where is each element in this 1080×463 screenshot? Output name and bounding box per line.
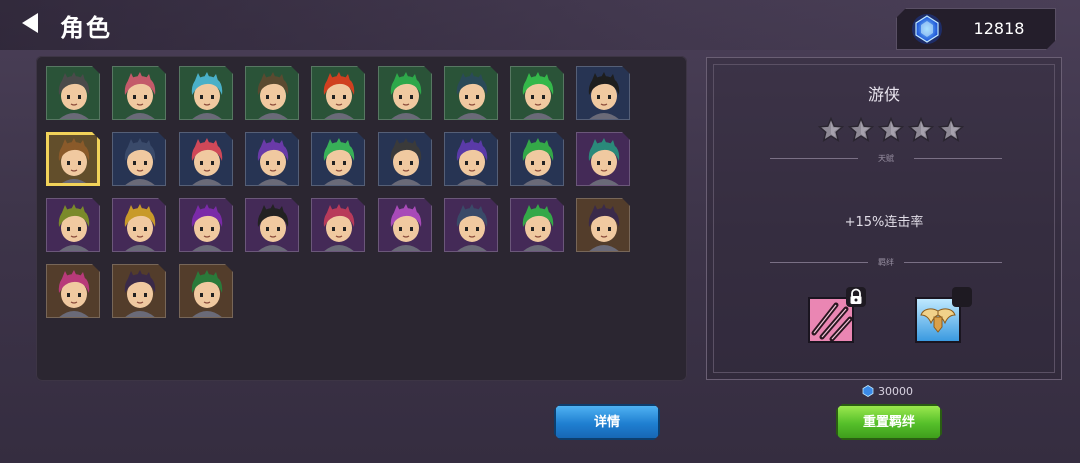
hero-portrait-icon [180,199,233,252]
hero-portrait-icon [113,265,166,318]
hero-slot[interactable] [112,66,166,120]
hero-portrait-icon [47,265,100,318]
star-icon [848,117,874,143]
back-arrow-icon [22,13,38,33]
reset-cost: 30000 [862,385,913,398]
hero-portrait-icon [511,133,564,186]
hero-portrait-icon [113,199,166,252]
hero-portrait-icon [312,67,365,120]
hero-portrait-icon [577,133,630,186]
star-icon [938,117,964,143]
hero-portrait-icon [577,67,630,120]
hero-slot[interactable] [576,132,630,186]
star-icon [878,117,904,143]
hero-slot[interactable] [179,132,233,186]
hero-slot[interactable] [112,132,166,186]
hero-portrait-icon [379,67,432,120]
empty-badge [952,287,972,307]
hero-detail-panel: 游侠 天赋 +15%连击率 羁绊 [706,57,1062,380]
bond-divider: 羁绊 [770,257,1002,269]
hero-portrait-icon [180,133,233,186]
hero-slot[interactable] [444,66,498,120]
hero-portrait-icon [445,199,498,252]
hero-slot[interactable] [112,264,166,318]
hero-slot[interactable] [46,264,100,318]
hero-slot[interactable] [576,198,630,252]
gem-icon [911,13,943,45]
hero-slot[interactable] [378,198,432,252]
hero-slot[interactable] [510,198,564,252]
star-icon [818,117,844,143]
hero-slot[interactable] [311,198,365,252]
hero-portrait-icon [246,67,299,120]
hero-portrait-icon [180,67,233,120]
hero-portrait-icon [113,133,166,186]
hero-slot[interactable] [311,132,365,186]
hero-slot[interactable] [46,66,100,120]
divider-line [914,158,1002,159]
gem-currency-display: 12818 [896,8,1056,50]
hero-slot[interactable] [245,132,299,186]
hero-slot[interactable] [245,198,299,252]
gem-count: 12818 [973,19,1025,38]
hero-slot[interactable] [444,132,498,186]
hero-slot[interactable] [311,66,365,120]
hero-portrait-icon [379,133,432,186]
page-title: 角色 [60,14,112,42]
hero-portrait-icon [445,67,498,120]
hero-slot[interactable] [378,132,432,186]
gem-icon [862,385,874,397]
details-button[interactable]: 详情 [554,404,660,440]
hero-slot[interactable] [510,132,564,186]
hero-slot[interactable] [179,264,233,318]
hero-portrait-icon [511,199,564,252]
hero-slot[interactable] [444,198,498,252]
hero-portrait-icon [312,133,365,186]
hero-portrait-icon [47,133,100,186]
hero-roster-panel [36,56,687,381]
hero-slot[interactable] [510,66,564,120]
hero-portrait-icon [246,133,299,186]
lock-icon [850,288,862,304]
hero-slot[interactable] [245,66,299,120]
hero-name: 游侠 [867,85,900,104]
star-icon [908,117,934,143]
hero-slot[interactable] [179,66,233,120]
hero-slot[interactable] [112,198,166,252]
star-rating [818,117,964,143]
talent-description: +15%连击率 [844,215,924,230]
lock-badge [846,287,866,307]
reset-cost-value: 30000 [878,385,913,398]
divider-line [904,262,1002,263]
hero-portrait-icon [379,199,432,252]
hero-portrait-icon [511,67,564,120]
hero-slot[interactable] [576,66,630,120]
hero-portrait-icon [312,199,365,252]
hero-portrait-icon [180,265,233,318]
hero-portrait-icon [246,199,299,252]
hero-portrait-icon [47,67,100,120]
hero-portrait-icon [445,133,498,186]
reset-bond-button[interactable]: 重置羁绊 [836,404,942,440]
hero-slot[interactable] [46,198,100,252]
talent-divider: 天赋 [770,153,1002,165]
hero-portrait-icon [577,199,630,252]
back-button[interactable] [18,10,44,36]
hero-detail-frame: 游侠 天赋 +15%连击率 羁绊 [713,64,1055,373]
hero-portrait-icon [113,67,166,120]
hero-slot[interactable] [179,198,233,252]
hero-slot[interactable] [378,66,432,120]
hero-portrait-icon [47,199,100,252]
hero-slot[interactable] [46,132,100,186]
